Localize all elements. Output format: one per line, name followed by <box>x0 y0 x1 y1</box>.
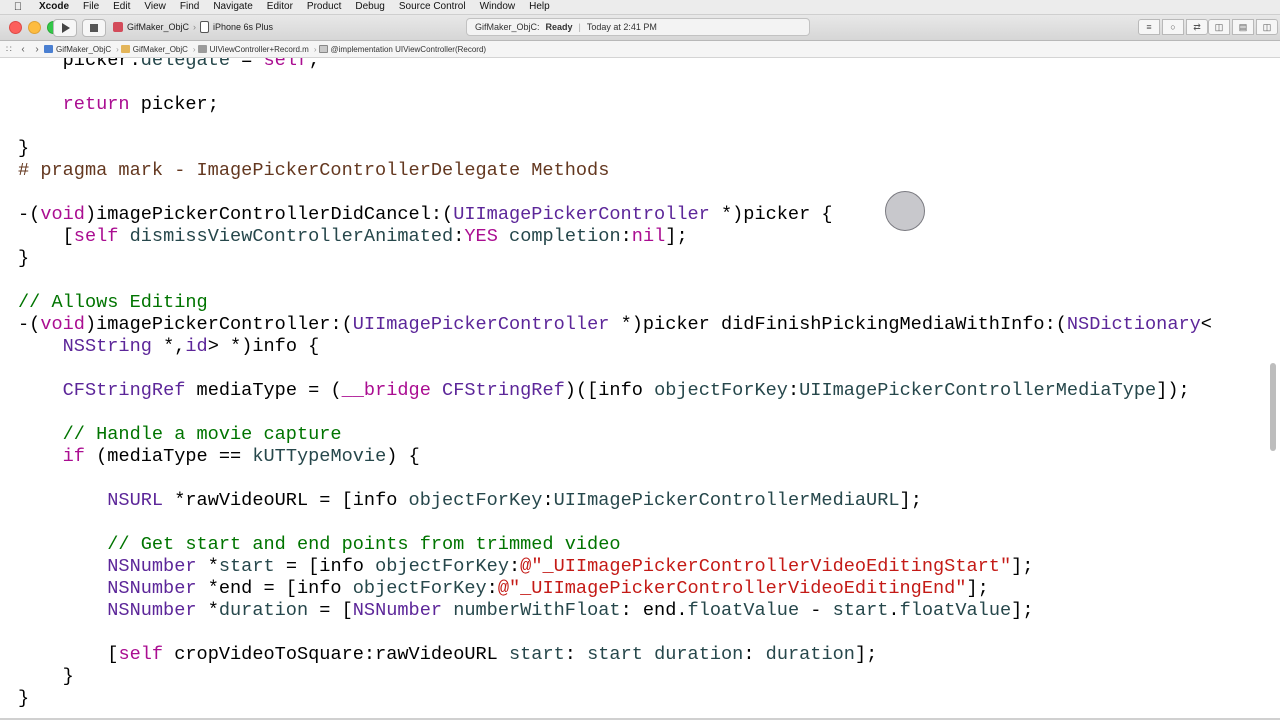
minimize-window-button[interactable] <box>28 21 41 34</box>
code-line[interactable]: if (mediaType == kUTTypeMovie) { <box>18 446 1212 468</box>
breadcrumb-project[interactable]: GifMaker_ObjC <box>44 45 114 54</box>
forward-chevron-icon[interactable]: › <box>30 44 44 55</box>
app-target-icon <box>113 22 123 32</box>
related-items-icon[interactable]: ∷ <box>6 44 16 55</box>
iphone-icon <box>200 21 210 33</box>
source-editor[interactable]: picker.delegate = self;​ return picker;​… <box>0 58 1280 720</box>
chevron-right-icon: › <box>192 44 196 54</box>
menu-editor[interactable]: Editor <box>260 0 300 14</box>
utilities-toggle-icon[interactable]: ◫ <box>1256 19 1278 35</box>
code-line[interactable]: } <box>18 666 1212 688</box>
menu-help[interactable]: Help <box>522 0 557 14</box>
menu-file[interactable]: File <box>76 0 106 14</box>
menu-debug[interactable]: Debug <box>348 0 391 14</box>
breadcrumb-label: UIViewController+Record.m <box>209 44 309 54</box>
stop-icon <box>90 24 98 32</box>
code-line[interactable]: ​ <box>18 116 1212 138</box>
menu-bar:  Xcode File Edit View Find Navigate Edi… <box>0 0 1280 15</box>
breadcrumb-file[interactable]: UIViewController+Record.m <box>197 44 312 54</box>
code-text[interactable]: picker.delegate = self;​ return picker;​… <box>18 58 1212 710</box>
window-toolbar: GifMaker_ObjC › iPhone 6s Plus GifMaker_… <box>0 15 1280 41</box>
breadcrumb-label: GifMaker_ObjC <box>132 44 188 54</box>
debug-area-toggle-icon[interactable]: ▤ <box>1232 19 1254 35</box>
run-button[interactable] <box>53 19 77 37</box>
menu-product[interactable]: Product <box>300 0 348 14</box>
vertical-scrollbar[interactable] <box>1270 363 1276 451</box>
activity-time: Today at 2:41 PM <box>586 22 657 32</box>
code-line[interactable]: NSURL *rawVideoURL = [info objectForKey:… <box>18 490 1212 512</box>
back-chevron-icon[interactable]: ‹ <box>16 44 30 55</box>
code-line[interactable]: picker.delegate = self; <box>18 58 1212 72</box>
breadcrumb-group[interactable]: GifMaker_ObjC <box>120 44 191 54</box>
code-line[interactable]: ​ <box>18 358 1212 380</box>
menu-navigate[interactable]: Navigate <box>206 0 259 14</box>
menu-source-control[interactable]: Source Control <box>392 0 473 14</box>
code-line[interactable]: } <box>18 248 1212 270</box>
code-line[interactable]: ​ <box>18 622 1212 644</box>
code-line[interactable]: [self dismissViewControllerAnimated:YES … <box>18 226 1212 248</box>
menu-window[interactable]: Window <box>473 0 523 14</box>
chevron-right-icon: › <box>116 44 119 54</box>
assistant-editor-icon[interactable]: ○ <box>1162 19 1184 35</box>
code-line[interactable]: } <box>18 688 1212 710</box>
code-line[interactable]: // Handle a movie capture <box>18 424 1212 446</box>
code-line[interactable]: // Allows Editing <box>18 292 1212 314</box>
device-name: iPhone 6s Plus <box>213 22 274 32</box>
code-line[interactable]: [self cropVideoToSquare:rawVideoURL star… <box>18 644 1212 666</box>
code-line[interactable]: } <box>18 138 1212 160</box>
code-line[interactable]: CFStringRef mediaType = (__bridge CFStri… <box>18 380 1212 402</box>
code-line[interactable]: NSNumber *end = [info objectForKey:@"_UI… <box>18 578 1212 600</box>
scheme-selector[interactable]: GifMaker_ObjC › iPhone 6s Plus <box>113 19 273 35</box>
code-line[interactable]: NSString *,id> *)info { <box>18 336 1212 358</box>
code-line[interactable]: NSNumber *start = [info objectForKey:@"_… <box>18 556 1212 578</box>
activity-divider: | <box>578 22 581 32</box>
jump-bar: ∷ ‹ › GifMaker_ObjC › GifMaker_ObjC › UI… <box>0 41 1280 58</box>
code-line[interactable]: ​ <box>18 468 1212 490</box>
chevron-right-icon: › <box>193 22 197 32</box>
version-editor-icon[interactable]: ⇄ <box>1186 19 1208 35</box>
code-line[interactable]: return picker; <box>18 94 1212 116</box>
navigator-toggle-icon[interactable]: ◫ <box>1208 19 1230 35</box>
code-line[interactable]: NSNumber *duration = [NSNumber numberWit… <box>18 600 1212 622</box>
code-line[interactable]: ​ <box>18 270 1212 292</box>
scheme-name: GifMaker_ObjC <box>127 22 190 32</box>
code-line[interactable]: ​ <box>18 182 1212 204</box>
menu-view[interactable]: View <box>137 0 173 14</box>
code-line[interactable]: # pragma mark - ImagePickerControllerDel… <box>18 160 1212 182</box>
close-window-button[interactable] <box>9 21 22 34</box>
chevron-right-icon: › <box>313 44 317 54</box>
standard-editor-icon[interactable]: ≡ <box>1138 19 1160 35</box>
activity-project: GifMaker_ObjC: <box>475 22 540 32</box>
menu-app-xcode[interactable]: Xcode <box>32 0 76 14</box>
apple-menu-icon[interactable]:  <box>8 1 28 13</box>
implementation-icon <box>318 45 328 53</box>
stop-button[interactable] <box>82 19 106 37</box>
breadcrumb-symbol[interactable]: @implementation UIViewController(Record) <box>318 44 490 54</box>
folder-icon <box>120 45 130 53</box>
breadcrumb-label: @implementation UIViewController(Record) <box>330 44 487 54</box>
editor-mode-control: ≡ ○ ⇄ <box>1138 19 1208 35</box>
code-line[interactable]: -(void)imagePickerController:(UIImagePic… <box>18 314 1212 336</box>
menu-edit[interactable]: Edit <box>106 0 137 14</box>
play-icon <box>62 23 70 33</box>
breadcrumb-label: GifMaker_ObjC <box>56 44 112 54</box>
view-toggle-control: ◫ ▤ ◫ <box>1208 19 1278 35</box>
code-line[interactable]: -(void)imagePickerControllerDidCancel:(U… <box>18 204 1212 226</box>
menu-find[interactable]: Find <box>173 0 206 14</box>
code-line[interactable]: ​ <box>18 72 1212 94</box>
code-line[interactable]: ​ <box>18 402 1212 424</box>
objc-file-icon <box>197 45 207 53</box>
activity-viewer: GifMaker_ObjC: Ready | Today at 2:41 PM <box>466 18 810 36</box>
activity-status: Ready <box>545 22 573 32</box>
project-icon <box>44 45 53 53</box>
code-line[interactable]: ​ <box>18 512 1212 534</box>
code-line[interactable]: // Get start and end points from trimmed… <box>18 534 1212 556</box>
mouse-cursor-indicator <box>885 191 925 231</box>
